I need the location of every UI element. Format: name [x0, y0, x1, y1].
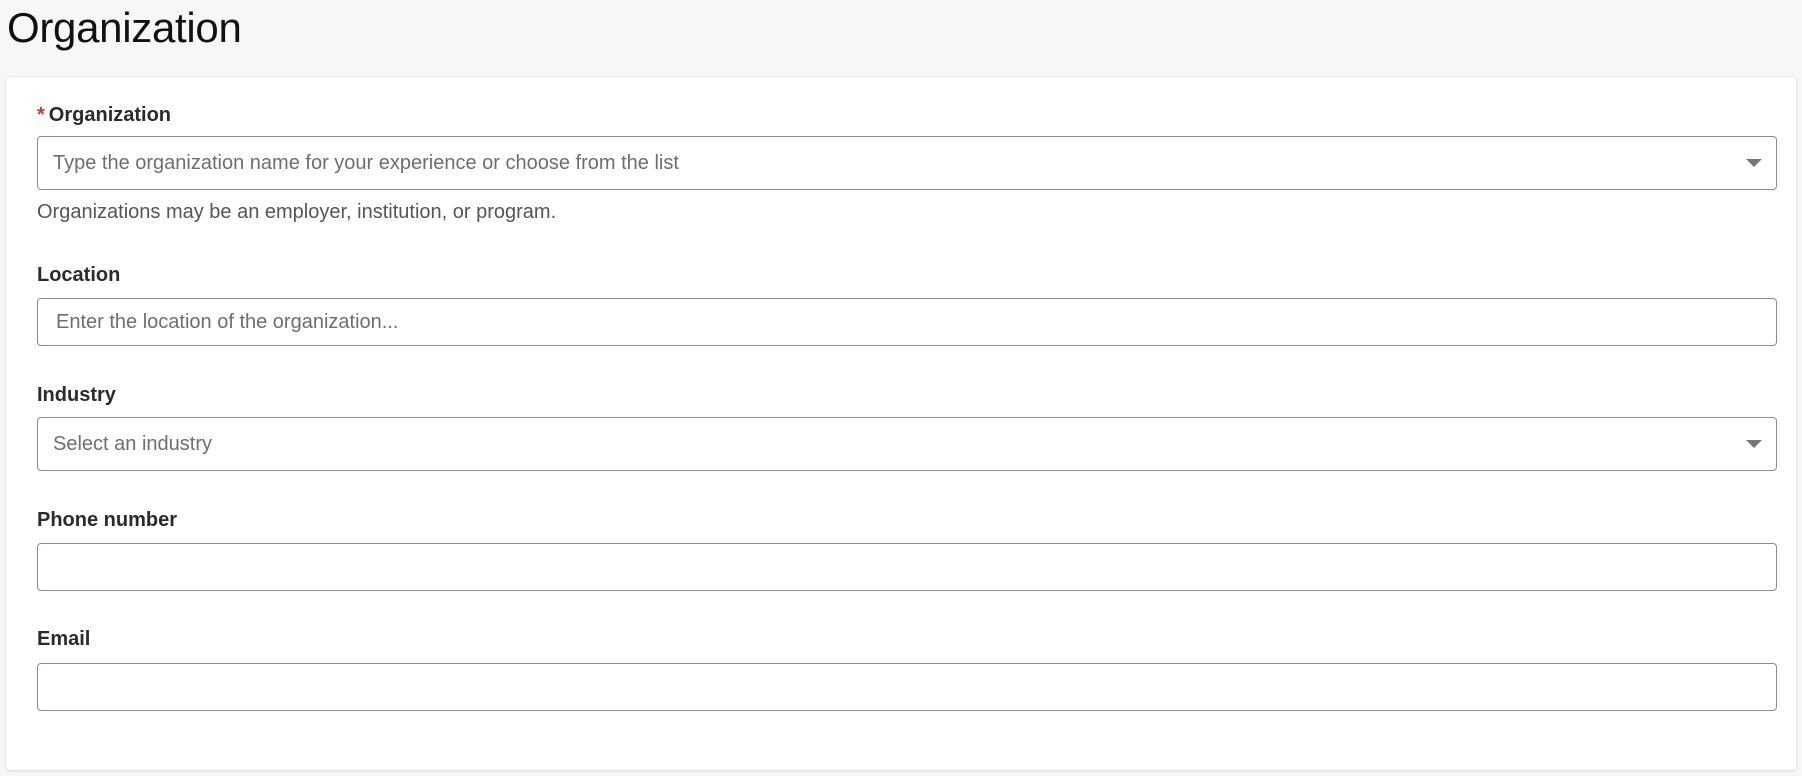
location-label: Location	[37, 264, 121, 286]
industry-label: Industry	[37, 384, 116, 406]
industry-field: Industry Select an industry	[37, 383, 1777, 471]
organization-form-card: * Organization Organizations may be an e…	[6, 77, 1796, 770]
phone-number-input[interactable]	[38, 544, 1776, 590]
chevron-down-icon[interactable]	[1746, 440, 1762, 448]
phone-label: Phone number	[37, 509, 178, 531]
phone-field: Phone number	[37, 508, 1777, 591]
location-input[interactable]	[38, 299, 1776, 345]
organization-label-text: Organization	[48, 104, 172, 126]
organization-label: * Organization	[37, 103, 1777, 127]
organization-input[interactable]	[38, 137, 1776, 189]
organization-help-text: Organizations may be an employer, instit…	[37, 201, 557, 223]
phone-input-wrapper[interactable]	[37, 543, 1777, 591]
email-field: Email	[37, 627, 1777, 711]
industry-select[interactable]: Select an industry	[37, 417, 1777, 471]
location-field: Location	[37, 263, 1777, 346]
email-input-wrapper[interactable]	[37, 663, 1777, 711]
required-mark: *	[37, 104, 45, 126]
location-input-wrapper[interactable]	[37, 298, 1777, 346]
organization-combobox[interactable]	[37, 136, 1777, 190]
chevron-down-icon[interactable]	[1746, 159, 1762, 167]
email-label: Email	[37, 628, 91, 650]
email-input[interactable]	[38, 664, 1776, 710]
page-title: Organization	[7, 4, 242, 51]
organization-field: * Organization Organizations may be an e…	[37, 103, 1777, 224]
industry-select-value[interactable]: Select an industry	[38, 418, 1776, 470]
